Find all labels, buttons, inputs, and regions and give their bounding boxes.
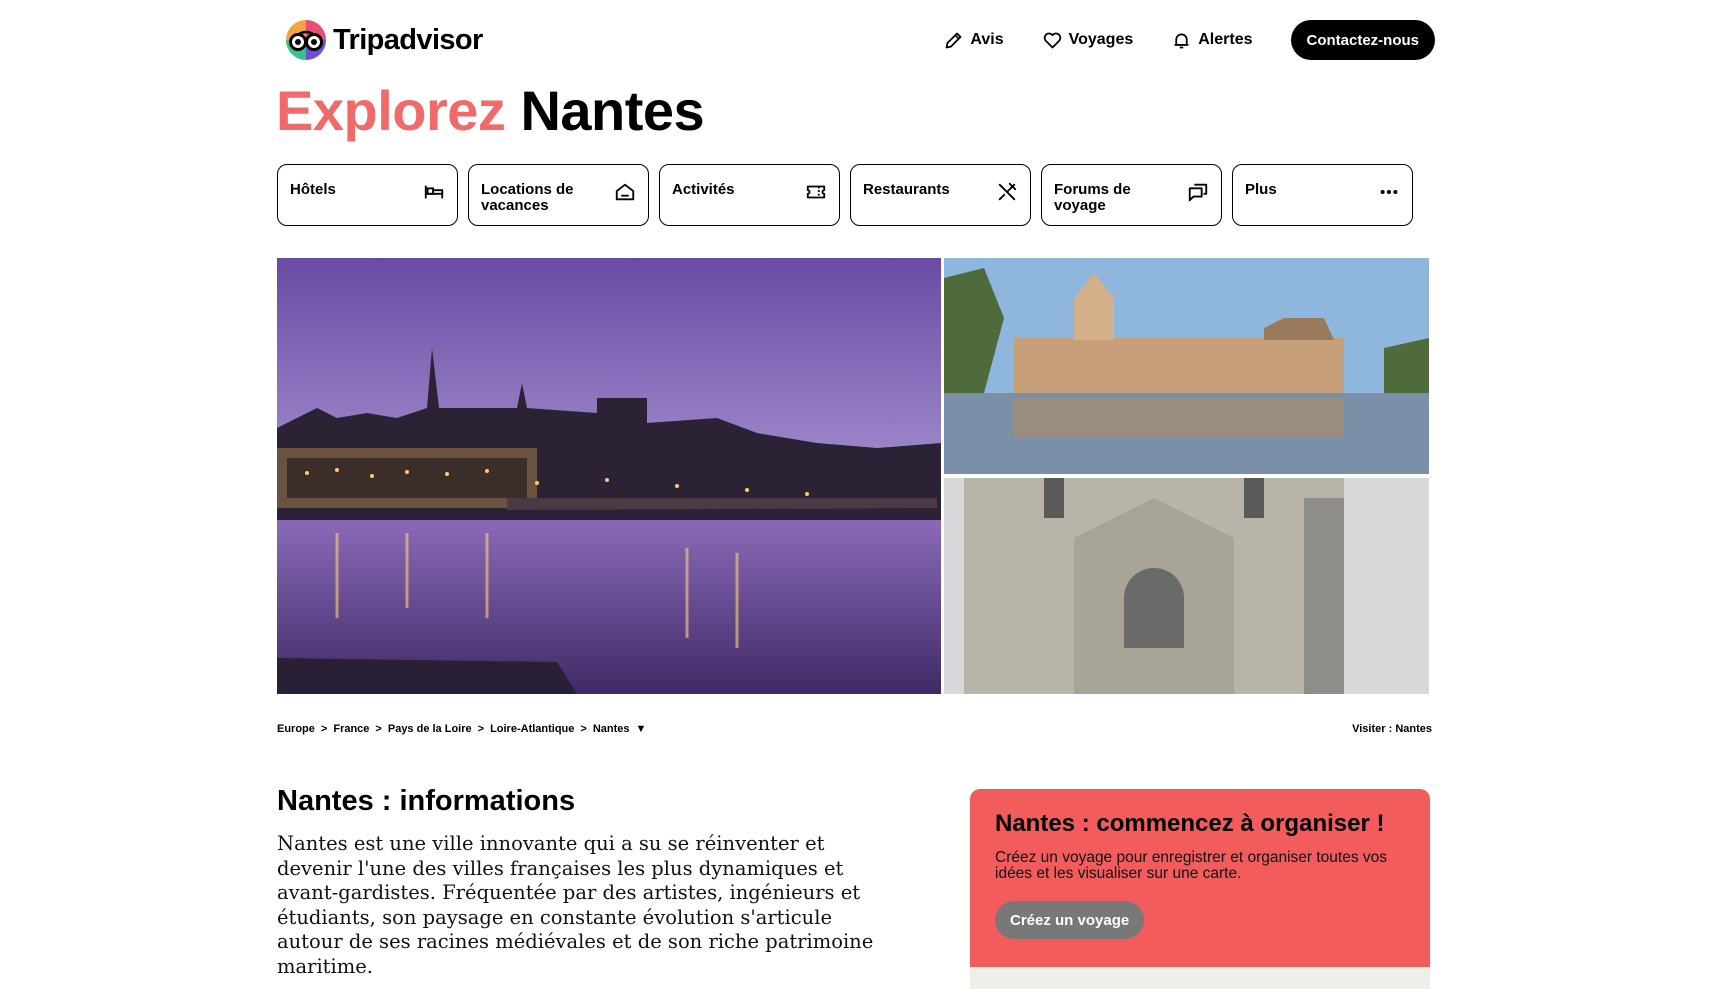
chat-bubbles-icon — [1188, 183, 1208, 202]
info-title: Nantes : informations — [277, 785, 576, 817]
trip-promo-card: Nantes : commencez à organiser ! Créez u… — [970, 789, 1430, 989]
category-more[interactable]: Plus — [1232, 164, 1413, 226]
heart-icon — [1043, 32, 1061, 48]
map-preview[interactable] — [970, 967, 1430, 989]
title-accent: Explorez — [276, 79, 506, 142]
more-dots-icon — [1380, 189, 1398, 195]
page-title: Explorez Nantes — [276, 76, 705, 146]
utensils-icon — [998, 182, 1017, 201]
nav-alertes-label: Alertes — [1198, 31, 1253, 48]
breadcrumb-separator: > — [320, 723, 328, 735]
night-river-image — [277, 258, 941, 694]
house-icon — [615, 183, 635, 201]
breadcrumb-separator: > — [375, 723, 382, 735]
breadcrumb-loire-atlantique[interactable]: Loire-Atlantique — [490, 723, 574, 735]
category-forums[interactable]: Forums de voyage — [1041, 164, 1222, 226]
category-restaurants[interactable]: Restaurants — [850, 164, 1031, 226]
category-hotels[interactable]: Hôtels — [277, 164, 458, 226]
logo-text: Tripadvisor — [333, 23, 483, 56]
category-label: Activités — [672, 181, 735, 198]
title-city: Nantes — [520, 79, 705, 142]
photo-chateau-ducs[interactable] — [944, 258, 1429, 474]
cathedral-image — [944, 478, 1429, 694]
breadcrumb-pays-de-la-loire[interactable]: Pays de la Loire — [388, 723, 472, 735]
nav-avis-label: Avis — [970, 31, 1004, 48]
nav-voyages-label: Voyages — [1068, 31, 1134, 48]
photo-gallery — [277, 258, 1429, 694]
bell-icon — [1174, 33, 1189, 48]
info-description: Nantes est une ville innovante qui a su … — [277, 832, 874, 978]
promo-title: Nantes : commencez à organiser ! — [995, 810, 1385, 837]
photo-nantes-night-river[interactable] — [277, 258, 941, 694]
nav-avis[interactable]: Avis — [943, 30, 1004, 51]
photo-cathedral[interactable] — [944, 478, 1429, 694]
category-bar: Hôtels Locations de vacances Activités R… — [277, 164, 1413, 226]
bed-icon — [424, 185, 444, 199]
tripadvisor-logo[interactable]: Tripadvisor — [285, 18, 483, 62]
ticket-icon — [806, 185, 826, 199]
promo-text: Créez un voyage pour enregistrer et orga… — [995, 849, 1388, 882]
category-label: Hôtels — [290, 181, 336, 198]
create-trip-button[interactable]: Créez un voyage — [995, 901, 1145, 939]
contact-button[interactable]: Contactez-nous — [1290, 20, 1435, 60]
site-header: Tripadvisor Avis Voyages Alertes Contact… — [0, 0, 1712, 80]
breadcrumb-europe[interactable]: Europe — [277, 723, 315, 735]
category-vacation-rentals[interactable]: Locations de vacances — [468, 164, 649, 226]
nav-alertes[interactable]: Alertes — [1171, 30, 1253, 51]
breadcrumb-france[interactable]: France — [333, 723, 369, 735]
breadcrumb-dropdown-icon[interactable]: ▼ — [636, 723, 647, 735]
top-nav: Avis Voyages Alertes Contactez-nous — [943, 20, 1435, 60]
category-label: Locations de vacances — [481, 181, 574, 214]
pencil-icon — [946, 32, 962, 48]
breadcrumb-nantes[interactable]: Nantes — [593, 723, 630, 735]
breadcrumb-separator: > — [580, 723, 587, 735]
category-activities[interactable]: Activités — [659, 164, 840, 226]
category-label: Plus — [1245, 181, 1277, 198]
category-label: Forums de voyage — [1054, 181, 1131, 214]
breadcrumb-separator: > — [477, 723, 485, 735]
owl-logo-icon — [286, 20, 326, 60]
breadcrumb: Europe > France > Pays de la Loire > Loi… — [277, 723, 646, 735]
category-label: Restaurants — [863, 181, 950, 198]
chateau-image — [944, 258, 1429, 474]
visit-label: Visiter : Nantes — [1352, 723, 1432, 735]
nav-voyages[interactable]: Voyages — [1042, 30, 1134, 51]
